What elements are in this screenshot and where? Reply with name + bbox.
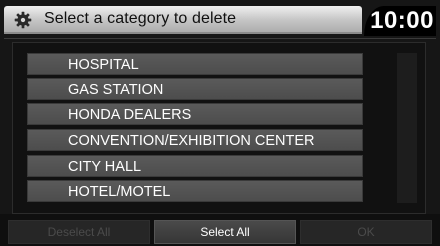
header-divider xyxy=(4,38,436,39)
list-item[interactable]: GAS STATION xyxy=(27,78,363,100)
list-item-label: HONDA DEALERS xyxy=(68,107,192,123)
list-scrollbar[interactable] xyxy=(397,53,417,203)
title-bar: Select a category to delete xyxy=(4,6,362,34)
list-item[interactable]: HONDA DEALERS xyxy=(27,103,363,125)
clock: 10:00 xyxy=(364,6,436,36)
gear-icon xyxy=(14,11,32,29)
list-item-label: CITY HALL xyxy=(68,159,142,175)
list-item-label: GAS STATION xyxy=(68,82,164,98)
list-item-label: HOTEL/MOTEL xyxy=(68,184,171,200)
ok-button[interactable]: OK xyxy=(300,220,432,244)
list-item[interactable]: HOTEL/MOTEL xyxy=(27,180,363,202)
list-item-label: HOSPITAL xyxy=(68,57,139,73)
select-all-button[interactable]: Select All xyxy=(154,220,296,244)
category-list: HOSPITAL GAS STATION HONDA DEALERS CONVE… xyxy=(12,42,426,214)
list-item-label: CONVENTION/EXHIBITION CENTER xyxy=(68,133,315,149)
list-item[interactable]: HOSPITAL xyxy=(27,53,363,75)
page-title: Select a category to delete xyxy=(44,10,237,27)
deselect-all-button[interactable]: Deselect All xyxy=(8,220,150,244)
bottom-bar: Deselect All Select All OK xyxy=(0,214,440,246)
clock-time: 10:00 xyxy=(370,7,434,34)
list-item[interactable]: CONVENTION/EXHIBITION CENTER xyxy=(27,129,363,151)
nav-screen: Select a category to delete 10:00 HOSPIT… xyxy=(0,0,440,246)
list-item[interactable]: CITY HALL xyxy=(27,155,363,177)
header: Select a category to delete 10:00 xyxy=(0,0,440,42)
